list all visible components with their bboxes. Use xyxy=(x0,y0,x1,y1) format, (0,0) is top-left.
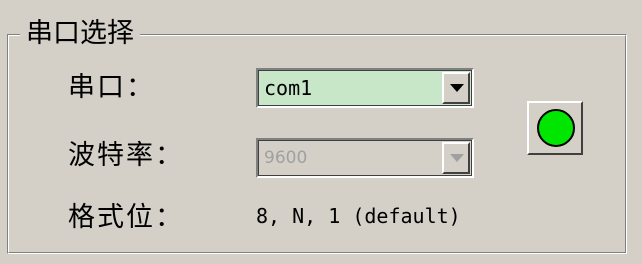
port-select[interactable]: com1 xyxy=(256,68,474,108)
format-label: 格式位： xyxy=(68,202,184,233)
baud-rate-select: 9600 xyxy=(256,138,474,178)
chevron-down-icon xyxy=(450,154,464,162)
baud-rate-dropdown-button xyxy=(442,142,470,174)
port-label: 串口： xyxy=(68,72,155,103)
status-indicator xyxy=(527,101,583,155)
baud-rate-label: 波特率： xyxy=(68,140,184,171)
port-dropdown-button[interactable] xyxy=(442,72,470,104)
port-value: com1 xyxy=(264,76,313,100)
status-led-icon xyxy=(537,109,575,147)
baud-rate-value: 9600 xyxy=(264,148,308,168)
format-value: 8, N, 1 (default) xyxy=(256,204,461,228)
group-title: 串口选择 xyxy=(20,16,140,52)
chevron-down-icon xyxy=(450,84,464,92)
